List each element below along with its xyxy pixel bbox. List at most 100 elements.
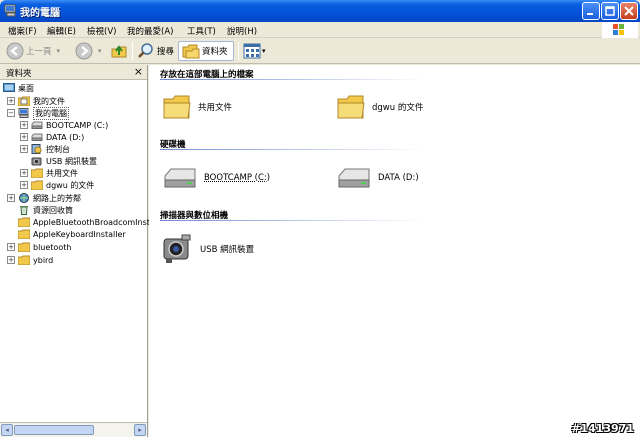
up-folder-icon	[111, 45, 127, 58]
camera-icon	[163, 234, 191, 263]
menu-edit[interactable]: 編輯(E)	[47, 25, 76, 37]
item-dgwu-documents[interactable]: dgwu 的文件	[336, 93, 423, 121]
expand-icon[interactable]: +	[7, 97, 15, 105]
tree-item-recycle-bin[interactable]: 資源回收筒	[7, 204, 73, 216]
tree-item-keyboard-installer[interactable]: AppleKeyboardInstaller	[7, 228, 126, 240]
collapse-icon[interactable]: −	[7, 109, 15, 117]
desktop-icon	[3, 83, 15, 92]
tree-item-my-documents[interactable]: + 我的文件	[7, 95, 65, 107]
search-icon	[138, 43, 153, 58]
forward-dropdown-icon[interactable]: ▾	[98, 47, 102, 55]
tree-item-network-places[interactable]: + 網路上的芳鄰	[7, 192, 81, 204]
folder-icon	[18, 255, 30, 265]
hard-drive-icon	[338, 168, 370, 188]
tree-item-my-computer[interactable]: − 我的電腦	[7, 106, 69, 120]
folder-icon	[18, 242, 30, 252]
folder-icon	[18, 229, 30, 239]
folders-icon	[182, 44, 200, 59]
menu-view[interactable]: 檢視(V)	[87, 25, 116, 37]
menu-favorites[interactable]: 我的最愛(A)	[127, 25, 173, 37]
tree-item-bluetooth-broadcom-installer[interactable]: AppleBluetoothBroadcomInstaller	[7, 216, 167, 228]
tree-item-desktop[interactable]: 桌面	[3, 82, 34, 94]
item-data-drive[interactable]: DATA (D:)	[336, 166, 419, 190]
menu-bar: 檔案(F) 編輯(E) 檢視(V) 我的最愛(A) 工具(T) 說明(H)	[0, 22, 640, 38]
my-computer-icon	[18, 108, 29, 118]
forward-arrow-icon	[75, 42, 93, 60]
menu-file[interactable]: 檔案(F)	[8, 25, 37, 37]
expand-icon[interactable]: +	[7, 256, 15, 264]
windows-logo	[602, 22, 638, 38]
folders-pane-header: 資料夾 ×	[0, 65, 147, 80]
windows-flag-icon	[613, 24, 624, 35]
group-divider	[160, 79, 425, 80]
forward-button[interactable]: ▾	[75, 41, 102, 61]
expand-icon[interactable]: +	[20, 181, 28, 189]
toolbar-separator	[238, 42, 239, 60]
tree-item-bluetooth[interactable]: + bluetooth	[7, 241, 71, 253]
title-bar[interactable]: 我的電腦	[0, 0, 640, 22]
search-label: 搜尋	[157, 47, 175, 57]
folder-icon	[337, 95, 365, 119]
tree-item-ybird[interactable]: + ybird	[7, 254, 53, 266]
minimize-button[interactable]	[582, 2, 600, 20]
back-dropdown-icon[interactable]: ▾	[57, 47, 61, 55]
tree-item-control-panel[interactable]: + 控制台	[20, 143, 70, 155]
toolbar: 上一頁 ▾ ▾ 搜尋 資料夾 ▾	[0, 38, 640, 64]
group-divider	[160, 149, 425, 150]
window-title: 我的電腦	[20, 8, 60, 19]
back-arrow-icon	[6, 42, 24, 60]
folders-button[interactable]: 資料夾	[178, 41, 234, 61]
network-icon	[19, 193, 29, 203]
control-panel-icon	[31, 144, 42, 154]
search-button[interactable]: 搜尋	[137, 41, 174, 61]
selected-tree-label: 我的電腦	[33, 106, 69, 120]
camera-icon	[31, 157, 42, 166]
close-icon[interactable]: ×	[134, 65, 143, 78]
expand-icon[interactable]: +	[20, 169, 28, 177]
folder-icon	[18, 217, 30, 227]
tree-item-data-drive[interactable]: + DATA (D:)	[20, 131, 84, 143]
folder-icon	[163, 95, 191, 119]
drive-icon	[31, 133, 43, 141]
views-button[interactable]: ▾	[243, 41, 266, 61]
group-divider	[160, 220, 425, 221]
menu-help[interactable]: 說明(H)	[227, 25, 257, 37]
my-computer-icon	[4, 4, 16, 17]
tree-item-bootcamp-drive[interactable]: + BOOTCAMP (C:)	[20, 119, 108, 131]
back-label: 上一頁	[26, 47, 52, 57]
folder-icon	[31, 168, 43, 178]
scroll-left-icon[interactable]: ◂	[1, 424, 13, 436]
drive-icon	[31, 121, 43, 129]
up-folder-button[interactable]	[110, 41, 128, 61]
horizontal-scrollbar[interactable]: ◂ ▸	[0, 422, 147, 437]
expand-icon[interactable]: +	[7, 243, 15, 251]
toolbar-separator	[132, 42, 133, 60]
scrollbar-thumb[interactable]	[14, 425, 94, 435]
expand-icon[interactable]: +	[20, 121, 28, 129]
views-grid-icon	[243, 43, 261, 59]
recycle-bin-icon	[20, 206, 28, 215]
folders-label: 資料夾	[202, 47, 228, 57]
scroll-right-icon[interactable]: ▸	[134, 424, 146, 436]
folders-pane: 資料夾 × 桌面 + 我的文件 − 我的電腦 + BOOTCAMP (C:) +…	[0, 65, 167, 437]
folders-pane-title: 資料夾	[6, 69, 32, 79]
image-watermark: #1413971	[571, 422, 634, 435]
item-bootcamp-drive[interactable]: BOOTCAMP (C:)	[162, 166, 270, 190]
views-dropdown-icon[interactable]: ▾	[262, 47, 266, 55]
hard-drive-icon	[164, 168, 196, 188]
folder-icon	[31, 180, 43, 190]
close-button[interactable]	[620, 2, 638, 20]
my-documents-icon	[18, 96, 30, 106]
item-shared-documents[interactable]: 共用文件	[162, 93, 232, 121]
maximize-button[interactable]	[601, 2, 619, 20]
back-button[interactable]: 上一頁 ▾	[6, 41, 60, 61]
expand-icon[interactable]: +	[20, 145, 28, 153]
expand-icon[interactable]: +	[20, 133, 28, 141]
menu-tools[interactable]: 工具(T)	[187, 25, 216, 37]
expand-icon[interactable]: +	[7, 194, 15, 202]
tree-item-dgwu-documents[interactable]: + dgwu 的文件	[20, 179, 94, 191]
content-pane: 存放在這部電腦上的檔案 共用文件 dgwu 的文件 硬碟機 BOOTCAMP (…	[149, 65, 640, 437]
item-usb-camera[interactable]: USB 網訊裝置	[162, 233, 254, 265]
tree-item-usb-camera[interactable]: USB 網訊裝置	[20, 155, 97, 167]
tree-item-shared-documents[interactable]: + 共用文件	[20, 167, 78, 179]
